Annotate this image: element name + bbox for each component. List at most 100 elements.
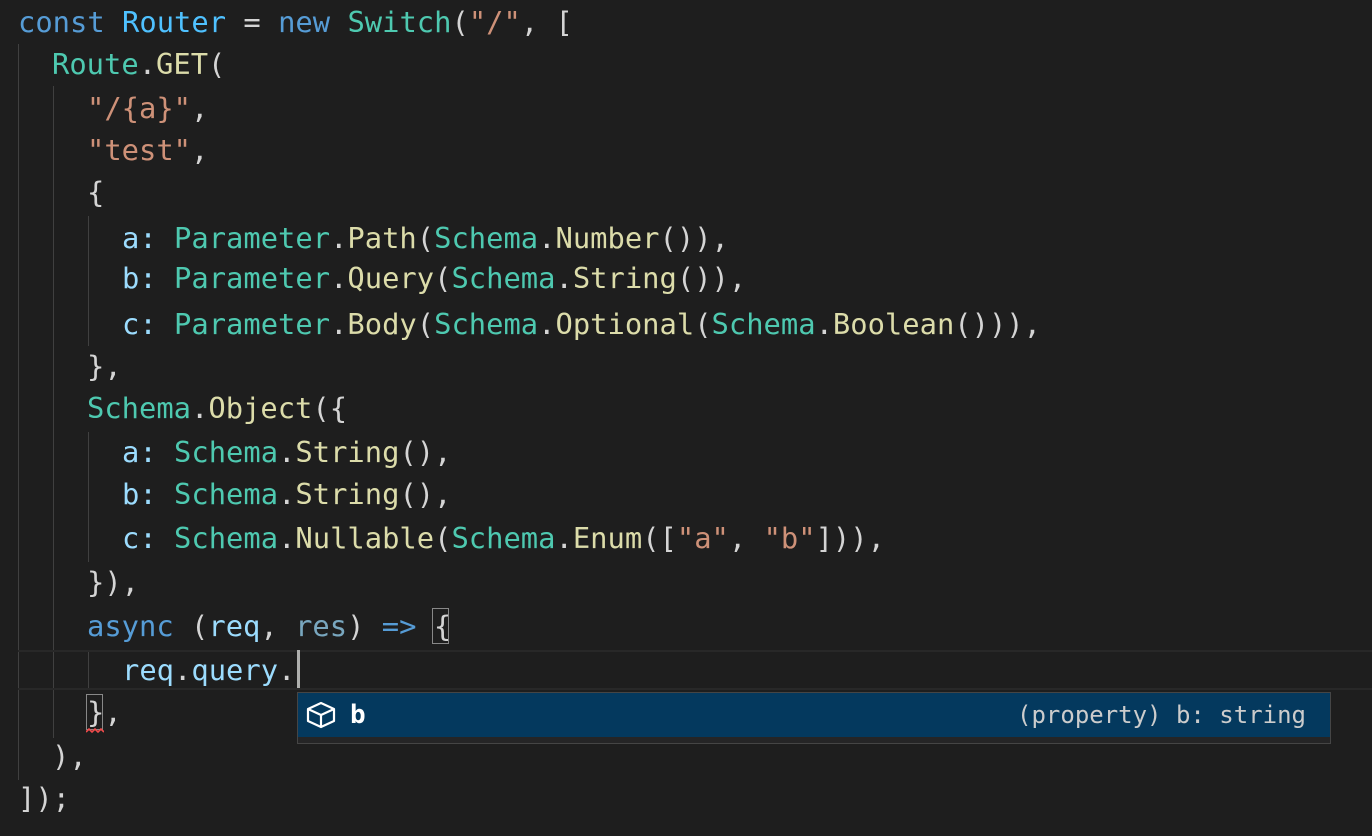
token-punct: ()),	[659, 221, 729, 255]
token-punct: .	[555, 521, 573, 555]
code-line-15[interactable]: async (req, res) => {	[0, 606, 451, 646]
token-class: Parameter	[174, 307, 331, 341]
token-punct: .	[191, 391, 209, 425]
token-function: Boolean	[832, 307, 955, 341]
token-function: Enum	[572, 521, 643, 555]
code-line-10[interactable]: Schema.Object({	[0, 388, 347, 428]
token-punct: .	[538, 307, 556, 341]
bracket-match-highlight	[432, 608, 449, 644]
token-punct: .	[555, 261, 573, 295]
token-property: c:	[122, 521, 157, 555]
token-punct: .	[330, 221, 348, 255]
token-punct: (	[451, 5, 469, 39]
token-class: Schema	[174, 477, 279, 511]
token-punct: .	[174, 653, 192, 687]
token-class: Schema	[174, 521, 279, 555]
token-punct: (),	[399, 477, 452, 511]
token-property: a:	[122, 435, 157, 469]
token-operator: =	[226, 5, 279, 39]
token-punct: {	[87, 175, 105, 209]
suggest-widget: b (property) b: string	[297, 692, 1331, 744]
token-punct: )	[347, 609, 382, 643]
token-property: c:	[122, 307, 157, 341]
token-punct: .	[138, 47, 157, 81]
token-variable: Router	[122, 5, 227, 39]
token-keyword: const	[18, 5, 105, 39]
token-punct: (	[208, 47, 226, 81]
code-line-14[interactable]: }),	[0, 562, 139, 602]
token-punct: ()),	[676, 261, 747, 295]
indent-guide	[88, 216, 89, 346]
token-class: Route	[52, 47, 139, 81]
token-function: Path	[347, 221, 417, 255]
code-line-13[interactable]: c: Schema.Nullable(Schema.Enum(["a", "b"…	[0, 518, 885, 558]
token-punct: ({	[312, 391, 348, 425]
suggestion-detail: (property) b: string	[1017, 701, 1306, 729]
token-punct: ,	[728, 521, 764, 555]
token-punct: ())),	[954, 307, 1041, 341]
token-punct: .	[538, 221, 556, 255]
token-punct: .	[815, 307, 833, 341]
code-editor[interactable]: const Router = new Switch("/", [ Route.G…	[0, 0, 1372, 836]
token-punct: .	[278, 435, 296, 469]
token-string: "/{a}"	[87, 91, 192, 125]
token-punct: ])),	[815, 521, 885, 555]
token-punct: (	[434, 521, 452, 555]
code-line-5[interactable]: {	[0, 172, 104, 212]
token-punct: (),	[399, 435, 452, 469]
token-punct: .	[278, 477, 296, 511]
token-function: Query	[347, 261, 435, 295]
error-squiggle	[86, 728, 104, 734]
token-punct: },	[87, 349, 122, 383]
token-class: Schema	[434, 307, 539, 341]
code-line-3[interactable]: "/{a}",	[0, 88, 208, 128]
token-class: Switch	[347, 5, 452, 39]
suggestion-label: b	[350, 700, 366, 730]
token-variable: req	[122, 653, 175, 687]
token-class: Schema	[174, 435, 279, 469]
token-property: b:	[122, 261, 157, 295]
token-punct: (	[173, 609, 209, 643]
code-line-11[interactable]: a: Schema.String(),	[0, 432, 451, 472]
code-line-19[interactable]: ]);	[0, 778, 71, 818]
code-line-7[interactable]: b: Parameter.Query(Schema.String()),	[0, 258, 746, 298]
code-line-12[interactable]: b: Schema.String(),	[0, 474, 451, 514]
code-line-6[interactable]: a: Parameter.Path(Schema.Number()),	[0, 218, 729, 258]
token-function: GET	[156, 47, 209, 81]
token-class: Parameter	[174, 261, 331, 295]
token-punct: ,	[191, 133, 209, 167]
token-class: Schema	[711, 307, 816, 341]
token-punct: .	[278, 653, 296, 687]
code-line-2[interactable]: Route.GET(	[0, 44, 225, 84]
token-punct: ,	[104, 695, 122, 729]
token-class: Parameter	[174, 221, 331, 255]
token-class: Schema	[434, 221, 539, 255]
token-punct: , [	[520, 5, 573, 39]
token-property: b:	[122, 477, 157, 511]
token-punct: .	[330, 307, 348, 341]
token-punct: (	[416, 307, 435, 341]
token-keyword: async	[87, 609, 174, 643]
code-line-4[interactable]: "test",	[0, 130, 208, 170]
code-line-9[interactable]: },	[0, 346, 122, 386]
token-parameter: res	[295, 609, 348, 643]
code-line-1[interactable]: const Router = new Switch("/", [	[0, 2, 573, 42]
token-punct: ,	[191, 91, 209, 125]
token-punct: (	[434, 261, 452, 295]
token-punct: (	[694, 307, 712, 341]
token-class: Schema	[87, 391, 192, 425]
text-cursor	[297, 650, 300, 688]
token-function: String	[572, 261, 677, 295]
token-function: Body	[347, 307, 417, 341]
token-punct: ,	[260, 609, 296, 643]
code-line-16[interactable]: req.query.	[0, 650, 295, 690]
code-line-18[interactable]: ),	[0, 736, 87, 776]
code-line-8[interactable]: c: Parameter.Body(Schema.Optional(Schema…	[0, 304, 1041, 344]
token-string: "b"	[763, 521, 816, 555]
token-punct: ]);	[18, 781, 71, 815]
indent-guide	[88, 432, 89, 562]
token-function: Optional	[555, 307, 695, 341]
code-line-17[interactable]: },	[0, 692, 122, 732]
token-function: Nullable	[295, 521, 435, 555]
suggestion-item[interactable]: b (property) b: string	[298, 693, 1330, 737]
